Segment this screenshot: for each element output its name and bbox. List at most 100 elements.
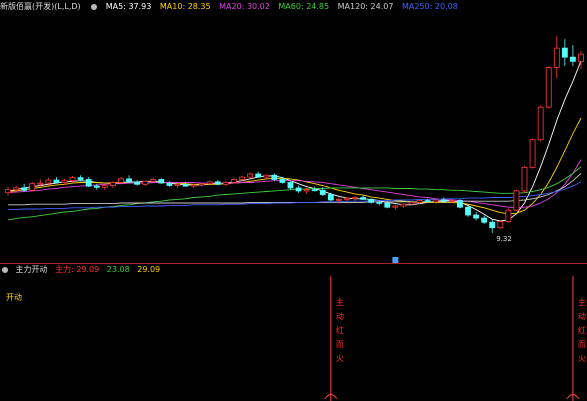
- sub-indicator-title: 主力开动: [15, 265, 48, 274]
- candle-body: [279, 179, 286, 183]
- signal-text-char: 红: [335, 326, 344, 335]
- candle-body: [21, 187, 28, 191]
- candlestick-chart[interactable]: 9.32: [0, 14, 587, 263]
- ma5-label: MA5: 37.93: [105, 2, 152, 11]
- candle-body: [368, 198, 375, 203]
- low-price-label: 9.32: [496, 235, 512, 243]
- ma10-label: MA10: 28.35: [159, 2, 211, 11]
- candle-body: [287, 182, 294, 189]
- candle-body: [206, 181, 213, 185]
- sub-side-label: 开动: [6, 293, 22, 302]
- candle-body: [529, 139, 536, 168]
- ma-line-ma60: [7, 166, 582, 221]
- signal-text-char: 火: [335, 354, 344, 363]
- candle-body: [247, 173, 254, 178]
- candle-body: [110, 182, 116, 186]
- candle-body: [400, 203, 407, 207]
- candle-body: [77, 177, 84, 180]
- candle-body: [473, 214, 479, 219]
- signal-text-char: 火: [577, 354, 586, 363]
- ma20-label: MA20: 30.02: [219, 2, 270, 11]
- candle-body: [158, 179, 165, 184]
- candle-body: [344, 197, 350, 200]
- candle-body: [53, 179, 60, 183]
- signal-text-char: 而: [335, 340, 344, 349]
- sub-value-yellow: 29.09: [137, 265, 161, 274]
- candle-body: [319, 189, 326, 195]
- candle-body: [489, 221, 496, 229]
- candle-body: [537, 106, 544, 141]
- candle-body: [150, 179, 157, 182]
- signal-text-column: 主动红而火: [334, 296, 346, 366]
- candle-body: [553, 47, 560, 68]
- candle-body: [255, 173, 262, 178]
- candle-body: [311, 189, 318, 192]
- candle-body: [166, 182, 173, 186]
- signal-text-char: 主: [335, 298, 344, 307]
- candle-body: [513, 190, 520, 211]
- candle-body: [69, 177, 76, 182]
- candle-body: [231, 179, 237, 183]
- candle-body: [126, 178, 132, 183]
- candle-body: [352, 197, 358, 199]
- ma60-label: MA60: 24.85: [278, 2, 330, 11]
- main-force-value: 主力: 29.09: [55, 265, 100, 274]
- candle-body: [440, 199, 447, 202]
- candle-body: [118, 178, 124, 183]
- candle-body: [457, 200, 463, 208]
- candle-body: [392, 205, 399, 208]
- ma-line-ma10: [7, 117, 582, 215]
- candle-body: [198, 183, 205, 186]
- candle-body: [214, 181, 221, 185]
- candle-body: [190, 184, 197, 187]
- candle-body: [85, 179, 92, 187]
- circle-icon: [2, 266, 8, 273]
- candle-body: [545, 67, 552, 108]
- signal-text-column: 主动红而火: [576, 296, 587, 366]
- candle-body: [5, 189, 11, 194]
- candle-body: [521, 167, 528, 192]
- candle-body: [416, 200, 423, 203]
- candle-body: [408, 201, 415, 205]
- signal-text-char: 动: [577, 312, 586, 321]
- signal-text-char: 红: [577, 326, 586, 335]
- candle-body: [29, 183, 36, 191]
- candle-body: [61, 180, 68, 183]
- ma120-label: MA120: 24.07: [337, 2, 394, 11]
- candle-body: [505, 209, 512, 223]
- candle-body: [101, 185, 108, 188]
- candle-body: [37, 182, 44, 185]
- candle-body: [327, 194, 334, 201]
- signal-text-char: 动: [335, 312, 344, 321]
- candle-body: [134, 181, 141, 185]
- sub-chart-header: 主力开动 主力: 29.09 23.08 29.09: [0, 264, 587, 276]
- candle-body: [384, 202, 391, 208]
- candle-body: [182, 183, 189, 187]
- candle-body: [239, 176, 245, 180]
- candle-body: [481, 217, 488, 223]
- candle-body: [45, 179, 52, 184]
- candle-body: [335, 198, 342, 201]
- main-chart-header: 新版佰赢(开发)(L,L,D) MA5: 37.93 MA10: 28.35 M…: [0, 0, 587, 14]
- candle-body: [93, 185, 100, 188]
- candle-body: [497, 221, 504, 229]
- candle-body: [222, 182, 229, 185]
- indicator-title: 新版佰赢(开发)(L,L,D): [0, 2, 81, 11]
- candle-body: [448, 200, 455, 202]
- sub-value-green: 23.08: [106, 265, 130, 274]
- candle-body: [465, 206, 471, 216]
- candle-body: [561, 47, 568, 58]
- candle-body: [142, 180, 149, 185]
- candle-body: [174, 183, 181, 186]
- sub-indicator-chart[interactable]: [0, 276, 587, 401]
- circle-icon: [91, 3, 98, 10]
- ma-line-ma5: [7, 60, 582, 222]
- candle-body: [13, 187, 19, 191]
- candle-body: [271, 174, 278, 180]
- candle-body: [295, 187, 302, 192]
- signal-text-char: 主: [577, 298, 586, 307]
- candle-body: [424, 200, 431, 203]
- ma250-label: MA250: 20.08: [402, 2, 458, 11]
- candle-body: [303, 189, 310, 192]
- candle-body: [376, 201, 383, 204]
